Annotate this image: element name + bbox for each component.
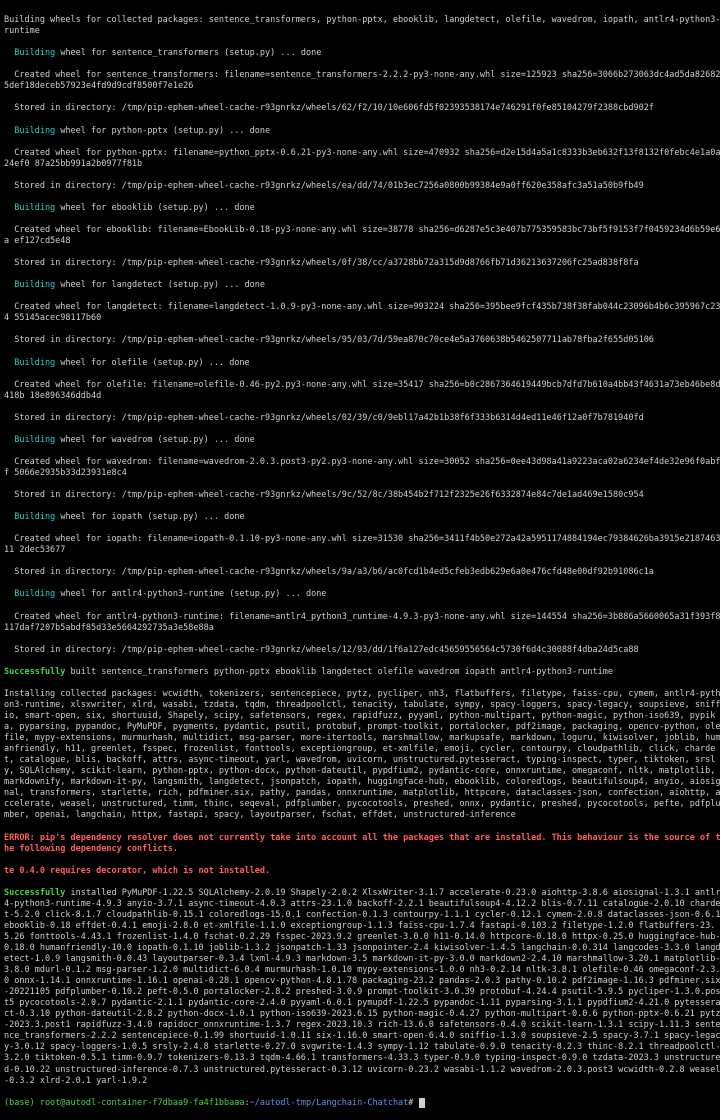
building-label: Building [4,435,55,445]
pip-line: Created wheel for antlr4-python3-runtime… [4,612,720,634]
pip-line: Stored in directory: /tmp/pip-ephem-whee… [4,181,720,192]
building-label: Building [4,512,55,522]
pip-line: wheel for langdetect (setup.py) ... done [55,280,265,290]
pip-line: Stored in directory: /tmp/pip-ephem-whee… [4,335,720,346]
pip-error-line: ERROR: pip's dependency resolver does no… [4,833,720,854]
pip-line: wheel for sentence_transformers (setup.p… [55,48,321,58]
pip-line: wheel for python-pptx (setup.py) ... don… [55,126,270,136]
pip-line: Created wheel for olefile: filename=olef… [4,380,720,402]
pip-line: Building wheels for collected packages: … [4,15,720,37]
building-label: Building [4,48,55,58]
pip-install-collected: Installing collected packages: wcwidth, … [4,689,720,822]
pip-error-line: te 0.4.0 requires decorator, which is no… [4,866,270,876]
pip-install-success: installed PyMuPDF-1.22.5 SQLAlchemy-2.0.… [4,888,720,1086]
prompt-tail: # [408,1098,418,1108]
pip-line: Stored in directory: /tmp/pip-ephem-whee… [4,490,720,501]
building-label: Building [4,280,55,290]
success-label: Successfully [4,667,65,677]
pip-line: Created wheel for langdetect: filename=l… [4,302,720,324]
cursor [419,1098,425,1108]
building-label: Building [4,203,55,213]
pip-line: wheel for wavedrom (setup.py) ... done [55,435,255,445]
pip-line: Created wheel for sentence_transformers:… [4,70,720,92]
shell-prompt[interactable]: (base) root@autodl-container-f7dbaa9-fa4… [4,1098,720,1109]
prompt-path: ~/autodl-tmp/Langchain-Chatchat [250,1098,409,1108]
pip-line: Stored in directory: /tmp/pip-ephem-whee… [4,258,720,269]
pip-line: Stored in directory: /tmp/pip-ephem-whee… [4,103,720,114]
building-label: Building [4,358,55,368]
pip-line: Created wheel for wavedrom: filename=wav… [4,457,720,479]
prompt-user-host: (base) root@autodl-container-f7dbaa9-fa4… [4,1098,245,1108]
pip-line: wheel for ebooklib (setup.py) ... done [55,203,255,213]
pip-line: wheel for iopath (setup.py) ... done [55,512,244,522]
pip-line: wheel for olefile (setup.py) ... done [55,358,249,368]
building-label: Building [4,126,55,136]
pip-line: Stored in directory: /tmp/pip-ephem-whee… [4,413,720,424]
pip-line: Created wheel for python-pptx: filename=… [4,148,720,170]
pip-line: wheel for antlr4-python3-runtime (setup.… [55,589,326,599]
success-label: Successfully [4,888,65,898]
pip-line: Stored in directory: /tmp/pip-ephem-whee… [4,645,720,656]
terminal-output[interactable]: Building wheels for collected packages: … [0,0,720,1120]
pip-line: Stored in directory: /tmp/pip-ephem-whee… [4,567,720,578]
pip-line: built sentence_transformers python-pptx … [65,667,613,677]
pip-line: Created wheel for iopath: filename=iopat… [4,534,720,556]
pip-line: Created wheel for ebooklib: filename=Ebo… [4,225,720,247]
building-label: Building [4,589,55,599]
